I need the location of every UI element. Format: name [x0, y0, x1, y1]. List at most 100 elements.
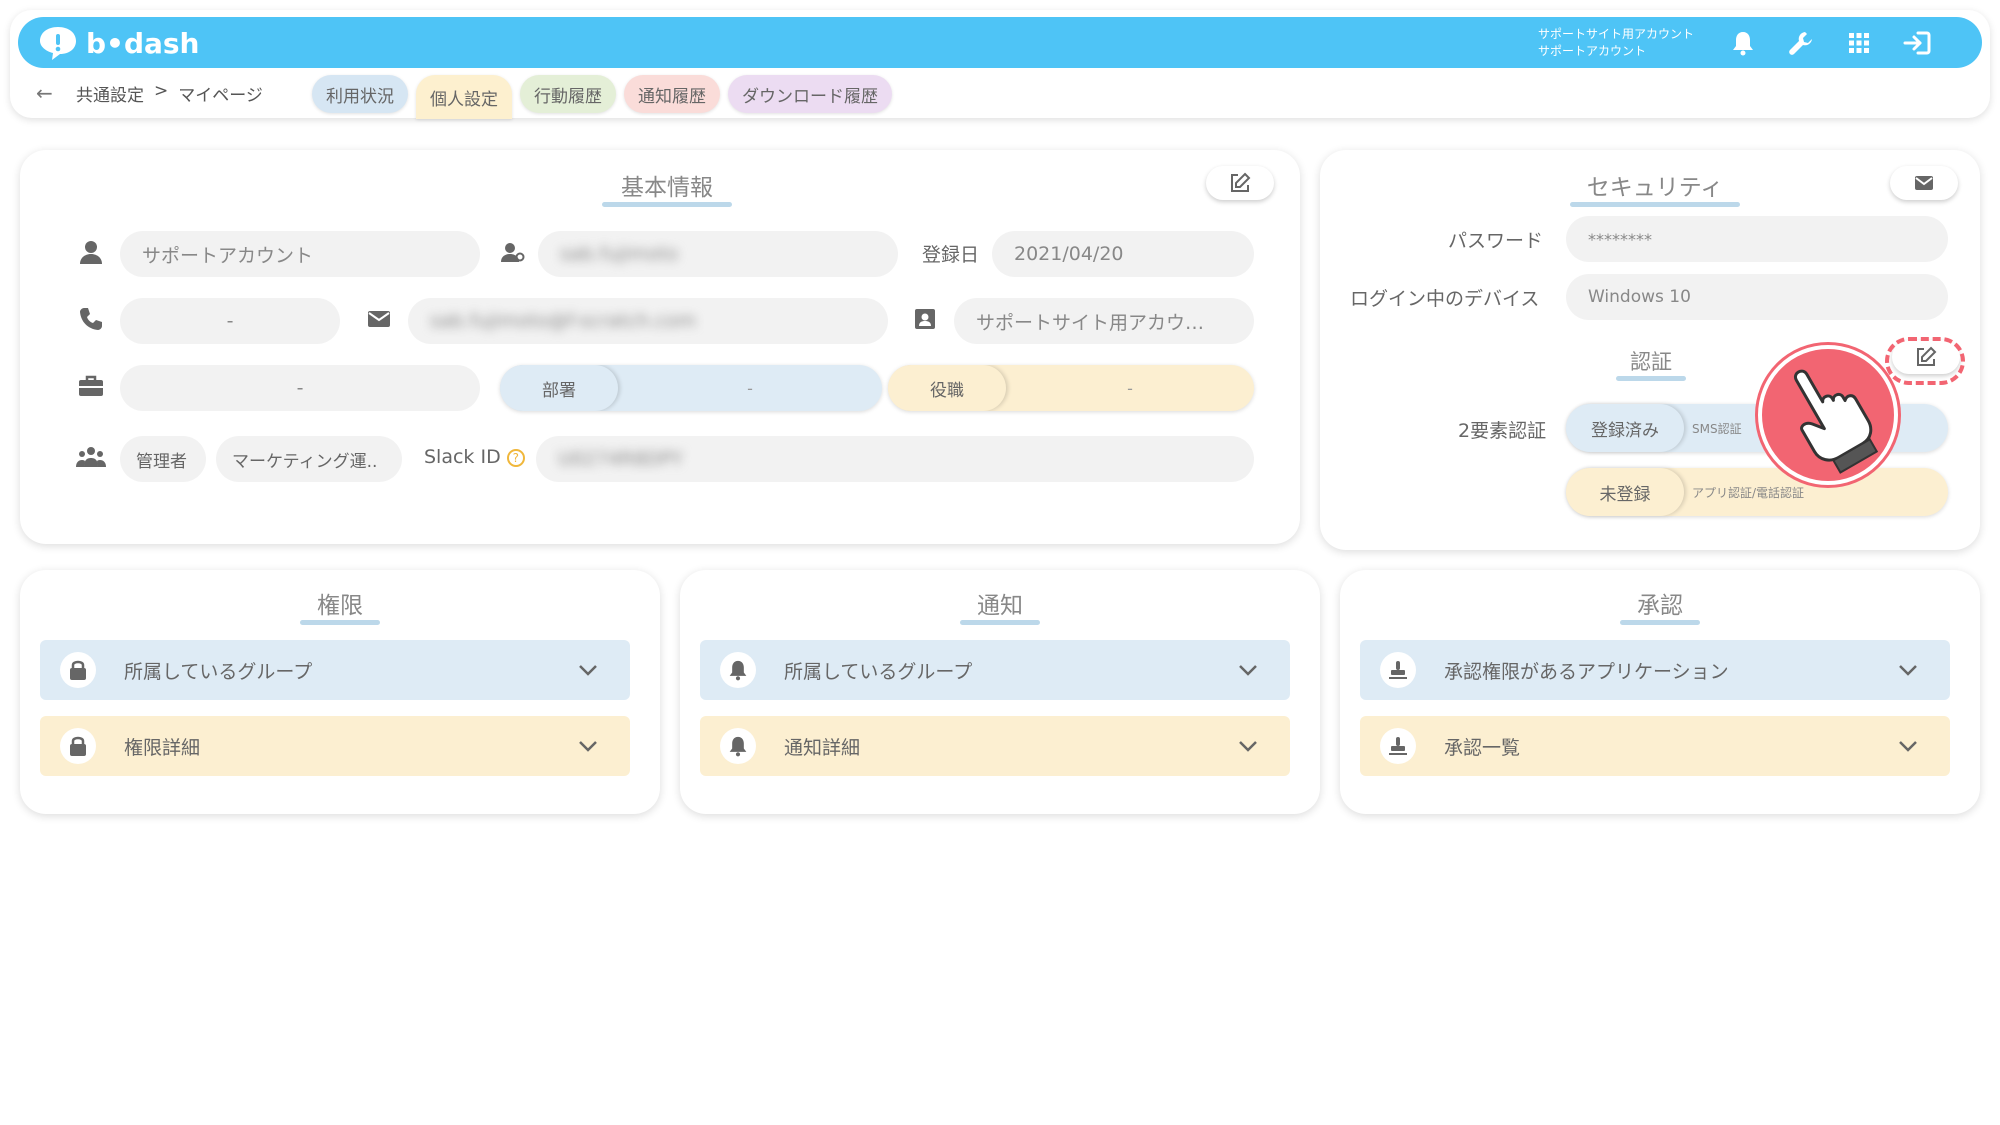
approval-apps-accordion[interactable]: 承認権限があるアプリケーション: [1360, 640, 1950, 700]
permissions-title: 権限: [300, 586, 380, 625]
breadcrumb-separator: >: [154, 80, 169, 101]
lock-icon: [60, 652, 96, 688]
bell-icon: [720, 728, 756, 764]
department-pill[interactable]: 部署 -: [500, 365, 882, 411]
name-field[interactable]: サポートアカウント: [120, 231, 480, 277]
logo[interactable]: b•dash: [38, 25, 199, 61]
grid-icon[interactable]: [1844, 28, 1874, 58]
mail-icon: [364, 304, 394, 334]
pointing-hand-icon: [1758, 345, 1898, 485]
slack-id-field[interactable]: U0274R8DPY: [536, 436, 1254, 482]
registered-date-field: 2021/04/20: [992, 231, 1254, 277]
permissions-groups-label: 所属しているグループ: [124, 660, 313, 683]
login-id-field[interactable]: sab.fujimoto: [538, 231, 898, 277]
notifications-groups-accordion[interactable]: 所属しているグループ: [700, 640, 1290, 700]
sms-status: 登録済み: [1566, 404, 1684, 452]
basic-info-title: 基本情報: [602, 168, 732, 207]
briefcase-icon: [76, 371, 106, 401]
two-factor-label: 2要素認証: [1458, 420, 1547, 442]
permissions-detail-accordion[interactable]: 権限詳細: [40, 716, 630, 776]
approval-apps-label: 承認権限があるアプリケーション: [1444, 660, 1729, 683]
slack-id-label: Slack ID ?: [424, 446, 525, 468]
device-field: Windows 10: [1566, 274, 1948, 320]
help-icon[interactable]: ?: [506, 448, 525, 467]
logout-icon[interactable]: [1902, 28, 1932, 58]
position-pill[interactable]: 役職 -: [888, 365, 1254, 411]
group-admin-chip[interactable]: 管理者: [120, 436, 206, 482]
approval-list-accordion[interactable]: 承認一覧: [1360, 716, 1950, 776]
account-type-field: サポートサイト用アカウ…: [954, 298, 1254, 344]
notifications-detail-label: 通知詳細: [784, 736, 861, 759]
account-name: サポートアカウント: [1538, 44, 1647, 58]
basic-info-card: 基本情報 サポートアカウント sab.fujimoto 登録日 2021/04/…: [20, 150, 1300, 544]
position-value: -: [1127, 378, 1133, 398]
device-label: ログイン中のデバイス: [1350, 288, 1540, 310]
notifications-title: 通知: [960, 586, 1040, 625]
breadcrumb-parent[interactable]: 共通設定: [76, 81, 144, 106]
department-value: -: [747, 378, 753, 398]
stamp-icon: [1380, 728, 1416, 764]
app-status: 未登録: [1566, 468, 1684, 516]
group-marketing-chip[interactable]: マーケティング運..: [216, 436, 402, 482]
slack-id-value: U0274R8DPY: [558, 448, 683, 470]
login-id-value: sab.fujimoto: [560, 243, 679, 265]
email-field[interactable]: sab.fujimoto@f-scratch.com: [408, 298, 888, 344]
auth-title: 認証: [1616, 346, 1686, 381]
permissions-groups-accordion[interactable]: 所属しているグループ: [40, 640, 630, 700]
bell-icon: [720, 652, 756, 688]
tab-bar: 利用状況 個人設定 行動履歴 通知履歴 ダウンロード履歴: [312, 75, 892, 119]
approval-title: 承認: [1620, 586, 1700, 625]
position-label: 役職: [888, 365, 1006, 411]
breadcrumb-current: マイページ: [178, 85, 263, 106]
department-label: 部署: [500, 365, 618, 411]
email-value: sab.fujimoto@f-scratch.com: [430, 310, 696, 332]
tab-action-history[interactable]: 行動履歴: [520, 75, 616, 113]
account-type: サポートサイト用アカウント: [1538, 27, 1695, 41]
tab-download-history[interactable]: ダウンロード履歴: [728, 75, 892, 113]
security-mail-button[interactable]: [1890, 166, 1958, 200]
approval-card: 承認 承認権限があるアプリケーション 承認一覧: [1340, 570, 1980, 814]
chevron-down-icon: [1896, 734, 1920, 758]
sms-method: SMS認証: [1692, 421, 1742, 436]
breadcrumb: ← 共通設定 > マイページ: [36, 76, 263, 110]
chevron-down-icon: [1236, 658, 1260, 682]
bell-icon[interactable]: [1728, 28, 1758, 58]
edit-icon: [1231, 172, 1251, 192]
chevron-down-icon: [576, 658, 600, 682]
user-id-icon: [498, 237, 528, 267]
account-info[interactable]: サポートサイト用アカウント サポートアカウント: [1538, 26, 1694, 60]
tab-personal-settings[interactable]: 個人設定: [416, 75, 512, 119]
basic-edit-button[interactable]: [1206, 166, 1274, 200]
tab-notification-history[interactable]: 通知履歴: [624, 75, 720, 113]
phone-icon: [76, 304, 106, 334]
phone-field[interactable]: -: [120, 298, 340, 344]
back-arrow-icon[interactable]: ←: [36, 81, 66, 105]
logo-text: b•dash: [86, 26, 200, 60]
password-label: パスワード: [1448, 230, 1544, 252]
mail-icon: [1915, 176, 1933, 190]
permissions-card: 権限 所属しているグループ 権限詳細: [20, 570, 660, 814]
company-field[interactable]: -: [120, 365, 480, 411]
chevron-down-icon: [576, 734, 600, 758]
app-method: アプリ認証/電話認証: [1692, 485, 1805, 500]
top-bar: b•dash サポートサイト用アカウント サポートアカウント: [18, 17, 1982, 68]
wrench-icon[interactable]: [1786, 28, 1816, 58]
person-icon: [76, 237, 106, 267]
tab-usage[interactable]: 利用状況: [312, 75, 408, 113]
permissions-detail-label: 権限詳細: [124, 736, 201, 759]
chevron-down-icon: [1236, 734, 1260, 758]
chevron-down-icon: [1896, 658, 1920, 682]
stamp-icon: [1380, 652, 1416, 688]
notifications-groups-label: 所属しているグループ: [784, 660, 973, 683]
notifications-card: 通知 所属しているグループ 通知詳細: [680, 570, 1320, 814]
contact-card-icon: [910, 304, 940, 334]
security-title: セキュリティ: [1570, 168, 1740, 207]
registered-label: 登録日: [922, 244, 980, 266]
logo-icon: [40, 27, 76, 60]
group-icon: [76, 442, 106, 472]
notifications-detail-accordion[interactable]: 通知詳細: [700, 716, 1290, 776]
approval-list-label: 承認一覧: [1444, 736, 1521, 759]
lock-icon: [60, 728, 96, 764]
slack-id-label-text: Slack ID: [424, 446, 501, 468]
password-field[interactable]: ********: [1566, 216, 1948, 262]
